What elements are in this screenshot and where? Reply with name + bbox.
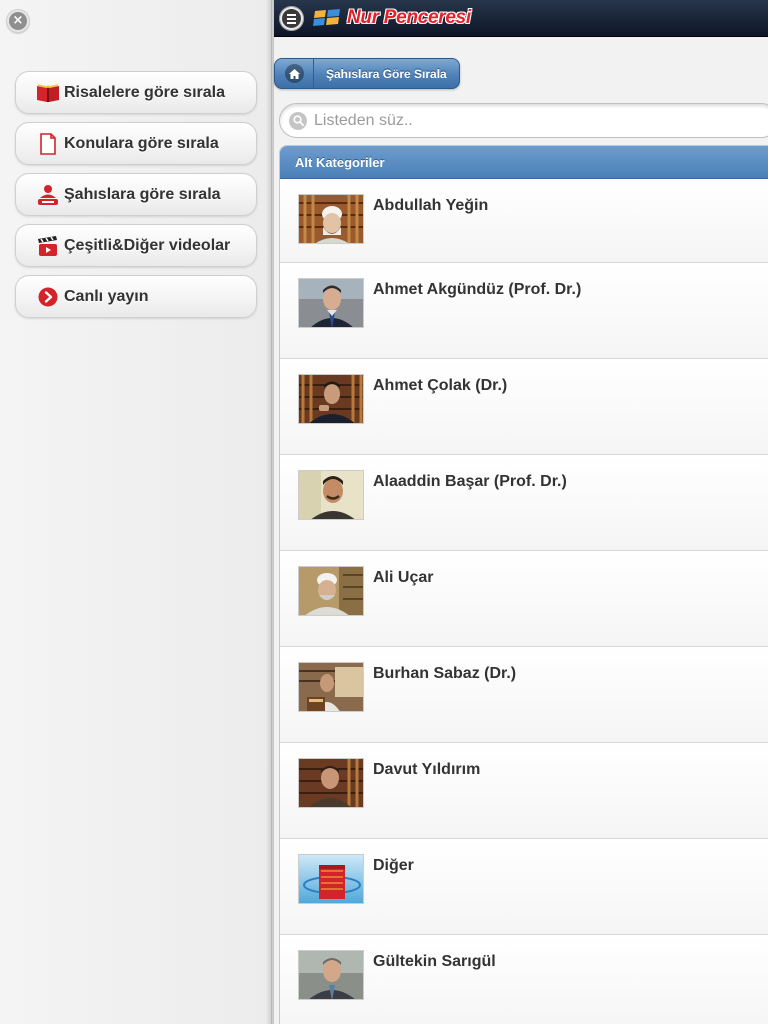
list-item[interactable]: Ali Uçar bbox=[280, 551, 768, 647]
list-item-name: Ali Uçar bbox=[373, 569, 434, 586]
list-item-name: Alaaddin Başar (Prof. Dr.) bbox=[373, 473, 567, 490]
list-item-name: Davut Yıldırım bbox=[373, 761, 481, 778]
search-input[interactable]: Listeden süz.. bbox=[279, 103, 768, 138]
list-item[interactable]: Diğer bbox=[280, 839, 768, 935]
close-icon[interactable]: × bbox=[6, 9, 30, 33]
category-list: Alt Kategoriler Abdullah Yeğin Ahmet Akg… bbox=[279, 145, 768, 1024]
avatar bbox=[298, 950, 364, 1000]
book-icon bbox=[36, 82, 60, 104]
list-item[interactable]: Abdullah Yeğin bbox=[280, 179, 768, 263]
list-item-name: Burhan Sabaz (Dr.) bbox=[373, 665, 517, 682]
side-menu-panel: × Risalelere göre sırala Konulara göre s… bbox=[0, 0, 272, 1024]
menu-item-sahislar[interactable]: Şahıslara göre sırala bbox=[15, 173, 257, 216]
list-item[interactable]: Ahmet Çolak (Dr.) bbox=[280, 359, 768, 455]
app-logo[interactable]: Nur Penceresi bbox=[312, 7, 471, 29]
avatar bbox=[298, 194, 364, 244]
breadcrumb: Şahıslara Göre Sırala bbox=[274, 58, 460, 89]
list-item-name: Diğer bbox=[373, 857, 414, 874]
list-item[interactable]: Burhan Sabaz (Dr.) bbox=[280, 647, 768, 743]
menu-item-label: Risalelere göre sırala bbox=[64, 83, 225, 101]
menu-item-label: Çeşitli&Diğer videolar bbox=[64, 236, 231, 254]
breadcrumb-home[interactable] bbox=[275, 59, 314, 88]
side-menu: Risalelere göre sırala Konulara göre sır… bbox=[15, 71, 257, 326]
avatar bbox=[298, 278, 364, 328]
avatar bbox=[298, 566, 364, 616]
list-item[interactable]: Gültekin Sarıgül bbox=[280, 935, 768, 1024]
list-item-name: Ahmet Çolak (Dr.) bbox=[373, 377, 508, 394]
home-icon bbox=[284, 64, 304, 83]
top-bar: Nur Penceresi bbox=[274, 0, 768, 37]
document-icon bbox=[36, 132, 60, 155]
avatar bbox=[298, 662, 364, 712]
list-item[interactable]: Ahmet Akgündüz (Prof. Dr.) bbox=[280, 263, 768, 359]
list-item[interactable]: Davut Yıldırım bbox=[280, 743, 768, 839]
window-logo-icon bbox=[313, 9, 340, 26]
menu-item-konular[interactable]: Konulara göre sırala bbox=[15, 122, 257, 165]
menu-item-label: Konulara göre sırala bbox=[64, 134, 219, 152]
clapperboard-icon bbox=[36, 235, 60, 257]
menu-icon[interactable] bbox=[279, 6, 304, 31]
person-icon bbox=[36, 184, 60, 206]
menu-item-videolar[interactable]: Çeşitli&Diğer videolar bbox=[15, 224, 257, 267]
search-icon bbox=[289, 111, 307, 130]
play-circle-icon bbox=[36, 286, 60, 308]
list-item-name: Gültekin Sarıgül bbox=[373, 953, 496, 970]
menu-item-canli-yayin[interactable]: Canlı yayın bbox=[15, 275, 257, 318]
breadcrumb-current[interactable]: Şahıslara Göre Sırala bbox=[314, 59, 459, 88]
main-content: Nur Penceresi Şahıslara Göre Sırala List… bbox=[274, 0, 768, 1024]
list-item-name: Ahmet Akgündüz (Prof. Dr.) bbox=[373, 281, 582, 298]
list-item-name: Abdullah Yeğin bbox=[373, 197, 489, 214]
avatar bbox=[298, 374, 364, 424]
search-placeholder: Listeden süz.. bbox=[314, 111, 413, 129]
avatar bbox=[298, 470, 364, 520]
panel-shadow bbox=[266, 0, 274, 1024]
list-header: Alt Kategoriler bbox=[280, 146, 768, 179]
menu-item-risaleler[interactable]: Risalelere göre sırala bbox=[15, 71, 257, 114]
logo-text: Nur Penceresi bbox=[347, 7, 471, 28]
menu-item-label: Canlı yayın bbox=[64, 287, 149, 305]
avatar bbox=[298, 854, 364, 904]
menu-item-label: Şahıslara göre sırala bbox=[64, 185, 221, 203]
avatar bbox=[298, 758, 364, 808]
list-item[interactable]: Alaaddin Başar (Prof. Dr.) bbox=[280, 455, 768, 551]
